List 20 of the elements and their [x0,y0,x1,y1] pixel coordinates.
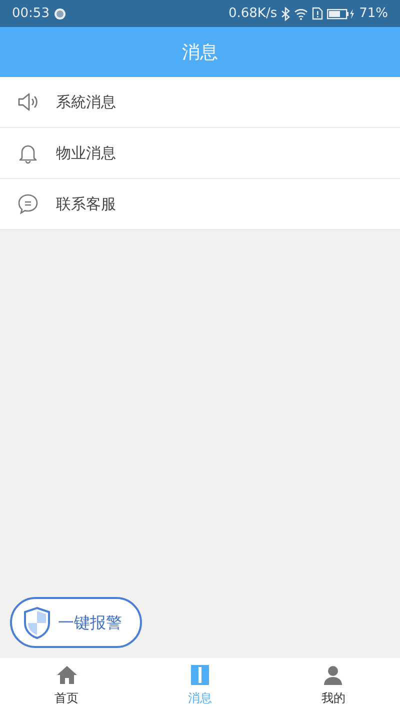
battery-percent: 71% [359,4,388,23]
menu-item[interactable]: 联系客服 [0,179,400,230]
alarm-button[interactable]: 一键报警 [10,597,142,648]
chat-bubble-icon [16,192,40,216]
menu-item[interactable]: 系統消息 [0,77,400,128]
shield-icon [22,606,52,640]
nav-tab[interactable]: 首页 [0,658,134,711]
menu-label: 系統消息 [56,92,116,113]
network-speed: 0.68K/s [228,4,278,23]
status-time: 00:53 [12,4,50,23]
notification-icon [54,8,66,20]
nav-tab[interactable]: 我的 [266,658,400,711]
menu-label: 联系客服 [56,194,116,215]
page-title: 消息 [182,40,218,64]
menu-item[interactable]: 物业消息 [0,128,400,179]
wifi-icon [294,8,308,20]
battery-icon [327,8,356,20]
bluetooth-icon [281,6,290,20]
sim-icon [312,7,324,20]
menu-label: 物业消息 [56,142,116,164]
